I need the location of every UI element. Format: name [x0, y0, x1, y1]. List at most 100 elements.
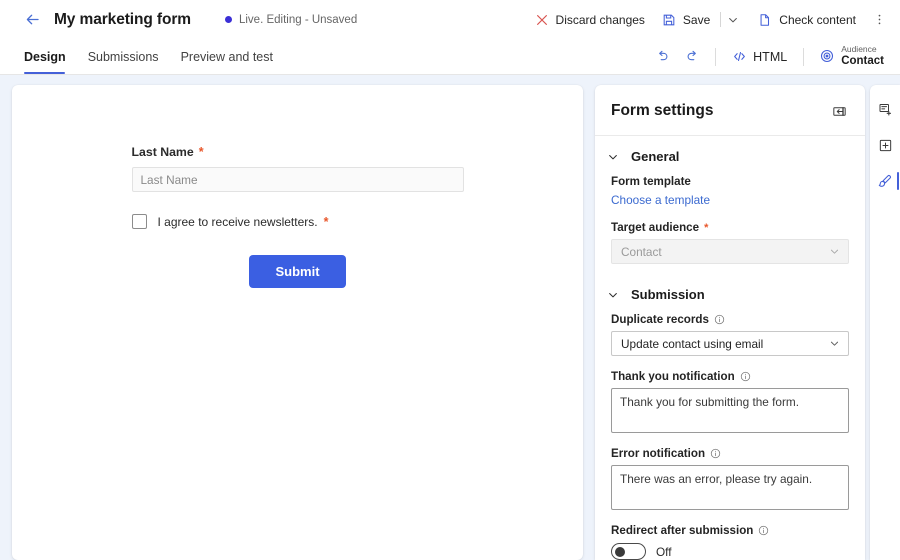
consent-label-text: I agree to receive newsletters.: [157, 214, 318, 229]
form-settings-header: Form settings: [595, 85, 865, 136]
save-label: Save: [682, 12, 711, 27]
form-canvas-area: Last Name * Last Name I agree to receive…: [0, 75, 595, 560]
error-notification-textarea[interactable]: There was an error, please try again.: [611, 465, 849, 510]
form-settings-panel: Form settings General Form template Choo…: [595, 85, 865, 560]
discard-changes-label: Discard changes: [555, 12, 645, 27]
chevron-down-icon: [607, 151, 619, 163]
redirect-after-submission-label: Redirect after submission: [611, 524, 849, 537]
tab-design-label: Design: [24, 49, 66, 64]
save-options-chevron-down-icon[interactable]: [723, 9, 743, 31]
tab-design[interactable]: Design: [20, 39, 77, 74]
tab-preview-and-test[interactable]: Preview and test: [170, 39, 284, 74]
html-button[interactable]: HTML: [725, 45, 794, 68]
form-field-consent[interactable]: I agree to receive newsletters. *: [131, 214, 464, 229]
back-arrow-icon[interactable]: [20, 8, 44, 32]
status-text: Live. Editing - Unsaved: [238, 13, 358, 26]
redirect-after-submission-label-text: Redirect after submission: [611, 524, 754, 537]
status-indicator: Live. Editing - Unsaved: [224, 13, 358, 26]
audience-selector[interactable]: Audience Contact: [813, 43, 890, 69]
consent-checkbox[interactable]: [131, 214, 147, 229]
check-content-button[interactable]: Check content: [749, 7, 864, 33]
collapse-panel-icon[interactable]: [829, 101, 849, 121]
undo-arrow-icon[interactable]: [648, 44, 676, 70]
duplicate-records-label: Duplicate records: [611, 313, 849, 326]
form-settings-title: Form settings: [611, 102, 714, 119]
form-canvas[interactable]: Last Name * Last Name I agree to receive…: [12, 85, 583, 560]
tab-submissions-label: Submissions: [87, 49, 159, 64]
save-button[interactable]: Save: [653, 7, 718, 33]
code-brackets-icon: [732, 49, 747, 64]
thank-you-notification-label: Thank you notification: [611, 370, 849, 383]
duplicate-records-select[interactable]: Update contact using email: [611, 331, 849, 356]
audience-label: Audience: [841, 44, 877, 55]
status-dot-icon: [224, 16, 232, 23]
form-field-last-name[interactable]: Last Name * Last Name: [131, 145, 464, 192]
secondary-toolbar: Design Submissions Preview and test HTML…: [0, 39, 900, 75]
html-label: HTML: [753, 49, 788, 64]
last-name-input[interactable]: Last Name: [131, 167, 464, 192]
close-x-icon: [534, 12, 550, 28]
consent-label: I agree to receive newsletters. *: [158, 215, 329, 229]
info-circle-icon[interactable]: [740, 371, 751, 382]
form-designer-app: My marketing form Live. Editing - Unsave…: [0, 0, 900, 560]
target-audience-select: Contact: [611, 239, 849, 264]
chevron-down-icon: [829, 246, 840, 257]
chevron-down-icon: [607, 289, 619, 301]
chevron-down-icon: [829, 338, 840, 349]
error-notification-label-text: Error notification: [611, 447, 706, 460]
redirect-toggle-state: Off: [656, 544, 672, 559]
duplicate-records-label-text: Duplicate records: [611, 313, 709, 326]
thank-you-notification-textarea[interactable]: Thank you for submitting the form.: [611, 388, 849, 433]
info-circle-icon[interactable]: [714, 314, 725, 325]
info-circle-icon[interactable]: [710, 448, 721, 459]
section-submission-title: Submission: [631, 287, 705, 302]
tab-list: Design Submissions Preview and test: [20, 39, 284, 74]
redirect-after-submission-toggle[interactable]: [611, 543, 646, 560]
choose-a-template-link[interactable]: Choose a template: [611, 193, 849, 207]
style-brush-icon[interactable]: [870, 165, 900, 197]
more-vertical-icon[interactable]: [868, 7, 890, 33]
field-label-last-name: Last Name *: [132, 145, 464, 159]
add-element-icon[interactable]: [870, 93, 900, 125]
check-content-label: Check content: [779, 12, 856, 27]
toolbar-separator-2: [803, 47, 805, 66]
right-icon-rail: [870, 85, 900, 560]
command-separator: [720, 12, 722, 27]
save-disk-icon: [661, 12, 677, 28]
redo-arrow-icon[interactable]: [678, 44, 706, 70]
target-audience-icon: [819, 48, 835, 64]
thank-you-notification-label-text: Thank you notification: [611, 370, 735, 383]
section-submission-header[interactable]: Submission: [595, 274, 865, 313]
form-preview: Last Name * Last Name I agree to receive…: [131, 145, 464, 288]
section-submission-body: Duplicate records Update contact using e…: [595, 313, 865, 560]
toggle-knob: [615, 546, 625, 557]
add-section-icon[interactable]: [870, 129, 900, 161]
audience-value: Contact: [841, 54, 884, 67]
audience-text: Audience Contact: [841, 45, 884, 67]
tab-preview-and-test-label: Preview and test: [180, 49, 273, 64]
toolbar-separator-1: [715, 47, 717, 66]
document-icon: [757, 12, 773, 28]
target-audience-value: Contact: [621, 244, 662, 259]
section-general-title: General: [631, 149, 680, 164]
duplicate-records-value: Update contact using email: [621, 336, 764, 351]
discard-changes-button[interactable]: Discard changes: [526, 7, 653, 33]
section-general-header[interactable]: General: [595, 136, 865, 175]
section-general-body: Form template Choose a template Target a…: [595, 175, 865, 274]
form-settings-content[interactable]: General Form template Choose a template …: [595, 136, 865, 560]
page-title: My marketing form: [54, 10, 191, 28]
submit-button[interactable]: Submit: [249, 255, 346, 288]
toolbar-actions: HTML Audience Contact: [648, 39, 890, 74]
tab-submissions[interactable]: Submissions: [77, 39, 170, 74]
target-audience-label: Target audience *: [611, 221, 849, 234]
required-asterisk: *: [704, 221, 709, 234]
form-template-label: Form template: [611, 175, 849, 188]
redirect-toggle-row: Off: [611, 543, 849, 560]
workspace: Last Name * Last Name I agree to receive…: [0, 75, 900, 560]
info-circle-icon[interactable]: [758, 525, 769, 536]
